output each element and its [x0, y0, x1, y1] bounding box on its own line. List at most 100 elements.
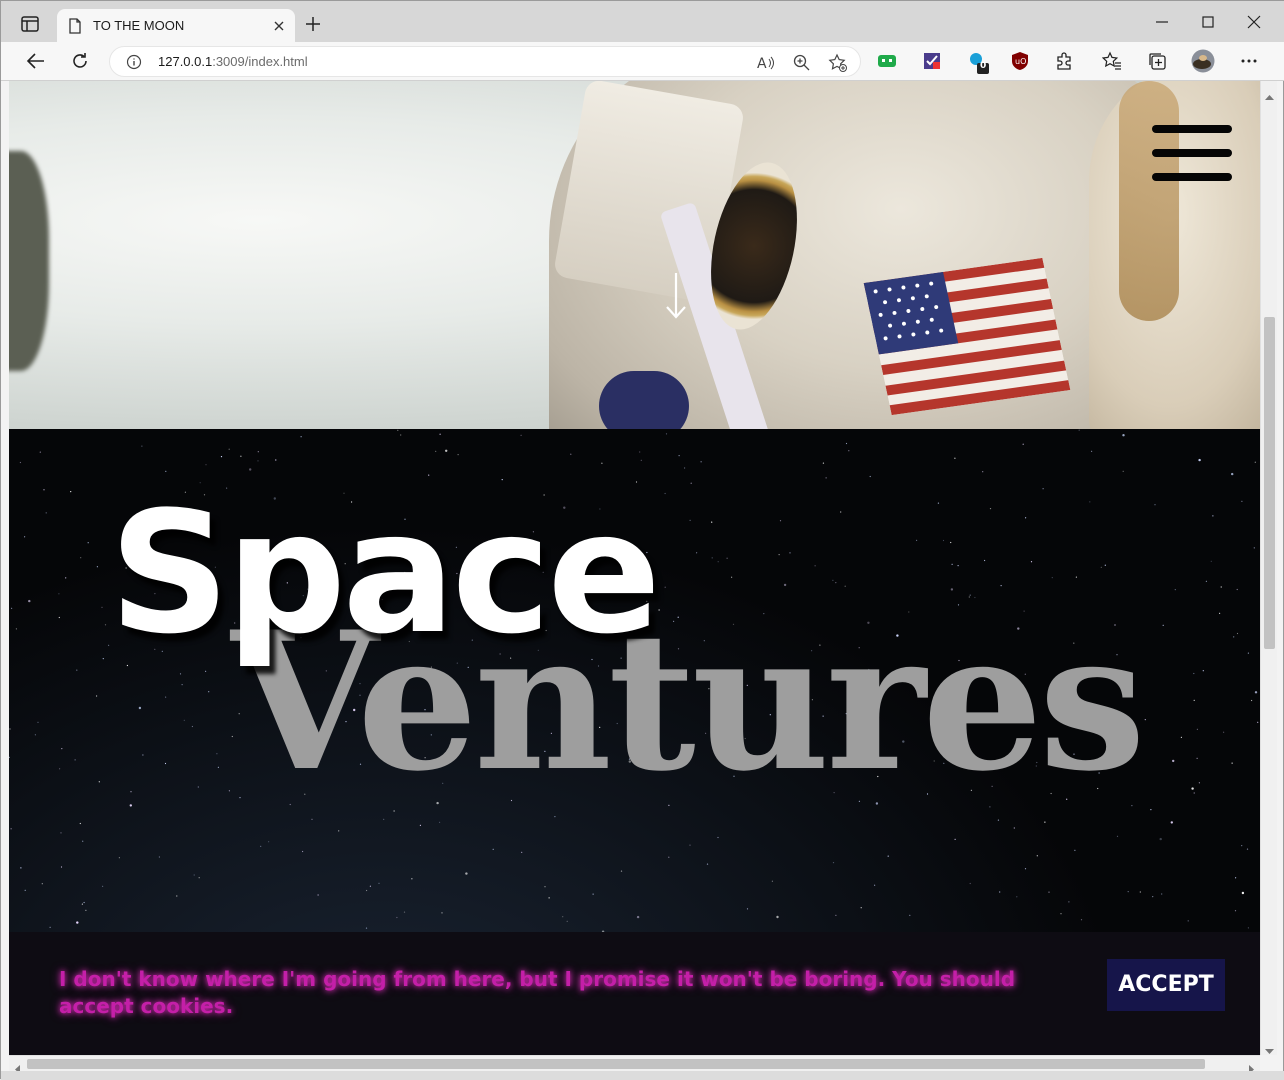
star	[520, 434, 522, 436]
star	[1196, 757, 1198, 759]
zoom-icon[interactable]	[792, 53, 812, 73]
star	[1048, 891, 1050, 893]
star	[1116, 835, 1119, 837]
star	[249, 468, 252, 471]
star	[957, 565, 959, 567]
star	[989, 508, 992, 510]
star	[984, 559, 986, 562]
window-close-icon[interactable]	[1245, 13, 1263, 31]
horizontal-scroll-thumb[interactable]	[27, 1059, 1205, 1069]
accept-cookies-button[interactable]: ACCEPT	[1107, 959, 1225, 1011]
star	[832, 579, 834, 581]
star	[1236, 632, 1239, 635]
star	[181, 684, 183, 686]
scroll-down-icon[interactable]	[1265, 1041, 1274, 1054]
star	[665, 433, 668, 435]
star	[1174, 589, 1176, 591]
horizontal-scrollbar[interactable]	[9, 1055, 1260, 1074]
url-path: :3009/index.html	[212, 54, 308, 69]
url-text: 127.0.0.1:3009/index.html	[158, 54, 308, 69]
star	[158, 856, 160, 858]
vertical-scrollbar[interactable]	[1260, 81, 1277, 1055]
tab-actions-icon[interactable]	[19, 13, 41, 35]
star	[570, 453, 572, 455]
star	[1078, 429, 1080, 431]
extension-green-icon[interactable]	[877, 51, 897, 71]
star	[28, 599, 31, 603]
info-icon[interactable]	[126, 54, 142, 74]
star	[731, 576, 733, 578]
star	[257, 460, 259, 462]
star	[554, 816, 556, 818]
extension-badge-icon[interactable]: 0	[967, 51, 989, 74]
star	[711, 557, 713, 559]
star	[1247, 652, 1249, 654]
star	[378, 882, 380, 884]
star	[1253, 547, 1255, 549]
star	[689, 844, 691, 846]
scroll-down-arrow-icon[interactable]	[664, 271, 688, 321]
back-icon[interactable]	[25, 50, 47, 72]
star	[85, 909, 87, 911]
star	[1210, 560, 1212, 562]
title-space: Space	[109, 475, 661, 671]
star	[869, 475, 871, 478]
scroll-up-icon[interactable]	[1265, 87, 1274, 100]
refresh-icon[interactable]	[69, 50, 91, 72]
maximize-icon[interactable]	[1199, 13, 1217, 31]
star	[521, 851, 523, 853]
star	[76, 669, 78, 671]
star	[79, 822, 81, 825]
star	[179, 673, 182, 675]
star	[80, 557, 82, 559]
star	[1236, 588, 1238, 591]
scroll-left-icon[interactable]	[13, 1059, 22, 1074]
star	[1000, 585, 1002, 587]
extension-check-icon[interactable]	[922, 51, 942, 71]
star	[1212, 515, 1214, 517]
star	[887, 855, 889, 857]
star	[937, 502, 940, 504]
star	[228, 448, 230, 450]
tab-active[interactable]: TO THE MOON	[57, 9, 295, 43]
star	[771, 880, 774, 882]
star	[789, 552, 791, 554]
extensions-puzzle-icon[interactable]	[1054, 51, 1074, 71]
favorites-icon[interactable]	[1101, 51, 1122, 71]
close-icon[interactable]	[271, 18, 287, 34]
more-icon[interactable]	[1239, 51, 1259, 71]
star	[1144, 719, 1146, 721]
star	[216, 753, 218, 755]
tab-title: TO THE MOON	[93, 18, 185, 33]
new-tab-icon[interactable]	[304, 15, 322, 33]
star	[779, 520, 782, 522]
star	[1139, 891, 1141, 893]
star	[544, 886, 546, 888]
star	[9, 728, 11, 730]
star	[845, 442, 848, 445]
star	[1013, 827, 1015, 829]
hero-glove	[599, 371, 689, 429]
star	[1246, 848, 1249, 850]
collections-icon[interactable]	[1147, 51, 1167, 71]
star	[1254, 461, 1256, 463]
scroll-right-icon[interactable]	[1247, 1059, 1256, 1074]
star	[783, 583, 787, 587]
vertical-scroll-thumb[interactable]	[1264, 317, 1275, 649]
profile-avatar[interactable]	[1191, 49, 1215, 73]
star	[208, 691, 210, 693]
star	[566, 920, 568, 922]
address-bar[interactable]: 127.0.0.1:3009/index.html A	[109, 46, 861, 77]
star	[1193, 792, 1195, 794]
read-aloud-icon[interactable]: A	[756, 53, 776, 73]
hamburger-menu-icon[interactable]	[1152, 125, 1232, 181]
ublock-icon[interactable]: uO	[1010, 51, 1030, 71]
star	[1016, 896, 1018, 898]
star	[954, 457, 956, 459]
minimize-icon[interactable]	[1153, 13, 1171, 31]
add-favorite-icon[interactable]	[828, 53, 848, 73]
star	[198, 877, 200, 879]
star	[1251, 699, 1253, 702]
tab-strip: TO THE MOON	[1, 1, 1284, 43]
star	[76, 921, 79, 924]
